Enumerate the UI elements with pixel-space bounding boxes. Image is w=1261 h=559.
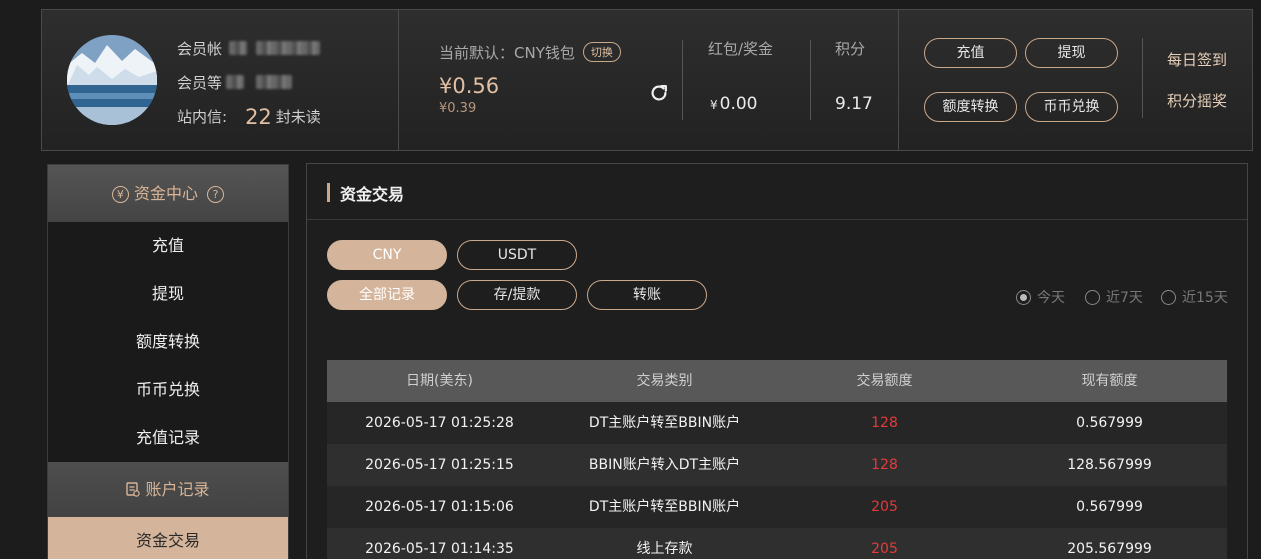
- account-label: 会员帐: [177, 40, 223, 58]
- level-label: 会员等: [177, 74, 223, 92]
- masked-account: [229, 41, 247, 55]
- title-accent: [327, 183, 330, 202]
- header-balance: 现有额度: [1081, 373, 1138, 389]
- cell-type: BBIN账户转入DT主账户: [588, 457, 741, 473]
- cell-amount: 205: [871, 499, 898, 515]
- account-records-label: 账户记录: [145, 480, 210, 499]
- account-summary-card: 会员帐 会员等 站内信: 22 封未读 当前默认：CNY钱包 切换 ¥0.56 ¥0.…: [41, 9, 1253, 151]
- transactions-table: 日期(美东) 交易类别 交易额度 现有额度 2026-05-17 01:25:2…: [327, 360, 1227, 559]
- bonus-value: 0.00: [719, 94, 758, 114]
- cell-type: DT主账户转至BBIN账户: [588, 415, 741, 431]
- radio-icon: [1161, 290, 1176, 305]
- refresh-icon[interactable]: [648, 82, 670, 104]
- transfer-button[interactable]: 额度转换: [924, 92, 1017, 122]
- account-records-header[interactable]: 账户记录: [48, 462, 288, 517]
- avatar[interactable]: [67, 35, 157, 125]
- sidebar-item-exchange[interactable]: 币币兑换: [48, 366, 288, 414]
- bonus-label: 红包/奖金: [708, 40, 774, 58]
- sidebar-item-deposit-records[interactable]: 充值记录: [48, 414, 288, 462]
- cell-date: 2026-05-17 01:25:15: [365, 457, 514, 473]
- wallet-section: 当前默认：CNY钱包 切换 ¥0.56 ¥0.39 红包/奖金 ¥0.00 积分 …: [399, 10, 899, 150]
- sidebar-item-withdraw[interactable]: 提现: [48, 270, 288, 318]
- cell-balance: 205.567999: [1067, 541, 1152, 557]
- table-row: 2026-05-17 01:25:28 DT主账户转至BBIN账户 128 0.…: [327, 402, 1227, 444]
- unread-count[interactable]: 22: [245, 105, 272, 129]
- sidebar-item-fund-transactions[interactable]: 资金交易: [48, 517, 288, 559]
- fund-center-label: 资金中心: [133, 184, 198, 203]
- cell-amount: 128: [871, 457, 898, 473]
- radio-icon: [1016, 290, 1031, 305]
- sidebar: ¥ 资金中心 ? 充值 提现 额度转换 币币兑换 充值记录 账户记录 资金交易: [47, 164, 289, 559]
- table-header: 日期(美东) 交易类别 交易额度 现有额度: [327, 360, 1227, 402]
- cell-amount: 205: [871, 541, 898, 557]
- switch-wallet-button[interactable]: 切换: [582, 42, 621, 62]
- sidebar-item-transfer[interactable]: 额度转换: [48, 318, 288, 366]
- table-row: 2026-05-17 01:14:35 线上存款 205 205.567999: [327, 528, 1227, 559]
- cell-type: 线上存款: [636, 541, 693, 557]
- table-body: 2026-05-17 01:25:28 DT主账户转至BBIN账户 128 0.…: [327, 402, 1227, 559]
- records-icon: [126, 482, 141, 497]
- header-type: 交易类别: [636, 373, 693, 389]
- points-lottery-link[interactable]: 积分摇奖: [1167, 90, 1227, 111]
- actions-section: 充值 提现 额度转换 币币兑换 每日签到 积分摇奖: [899, 10, 1253, 150]
- cell-balance: 128.567999: [1067, 457, 1152, 473]
- cell-date: 2026-05-17 01:15:06: [365, 499, 514, 515]
- help-icon[interactable]: ?: [207, 186, 225, 203]
- bonus-value-row: ¥0.00: [710, 94, 758, 114]
- divider: [1142, 38, 1143, 118]
- filter-7days[interactable]: 近7天: [1085, 287, 1143, 307]
- filter-7days-label: 近7天: [1106, 290, 1143, 306]
- withdraw-button[interactable]: 提现: [1025, 38, 1118, 68]
- tab-usdt[interactable]: USDT: [457, 240, 577, 270]
- wallet-sub-balance: ¥0.39: [439, 101, 477, 116]
- cell-date: 2026-05-17 01:25:28: [365, 415, 514, 431]
- tab-transfer[interactable]: 转账: [587, 280, 707, 310]
- main-title-bar: 资金交易: [307, 164, 1247, 220]
- masked-level-2: [256, 75, 292, 89]
- points-label: 积分: [835, 40, 866, 58]
- sidebar-item-deposit[interactable]: 充值: [48, 222, 288, 270]
- cell-type: DT主账户转至BBIN账户: [588, 499, 741, 515]
- masked-account-2: [256, 41, 320, 55]
- divider: [682, 40, 683, 120]
- page-title: 资金交易: [340, 185, 405, 204]
- filter-15days-label: 近15天: [1182, 290, 1228, 306]
- cell-balance: 0.567999: [1076, 499, 1143, 515]
- tab-deposit-withdraw[interactable]: 存/提款: [457, 280, 577, 310]
- exchange-button[interactable]: 币币兑换: [1025, 92, 1118, 122]
- wallet-balance: ¥0.56: [439, 74, 500, 98]
- bonus-currency: ¥: [710, 98, 718, 112]
- default-wallet-row: 当前默认：CNY钱包 切换: [439, 42, 621, 63]
- table-row: 2026-05-17 01:15:06 DT主账户转至BBIN账户 205 0.…: [327, 486, 1227, 528]
- filter-today[interactable]: 今天: [1016, 287, 1065, 307]
- filter-today-label: 今天: [1037, 290, 1065, 306]
- filter-15days[interactable]: 近15天: [1161, 287, 1228, 307]
- message-label: 站内信:: [177, 108, 228, 126]
- messages-row[interactable]: 站内信: 22 封未读: [177, 105, 321, 129]
- header-date: 日期(美东): [406, 373, 473, 389]
- daily-signin-link[interactable]: 每日签到: [1167, 49, 1227, 70]
- yen-icon: ¥: [111, 186, 129, 203]
- cell-balance: 0.567999: [1076, 415, 1143, 431]
- points-value: 9.17: [835, 94, 873, 114]
- tab-all-records[interactable]: 全部记录: [327, 280, 447, 310]
- divider: [810, 40, 811, 120]
- cell-amount: 128: [871, 415, 898, 431]
- default-wallet-label: 当前默认：CNY钱包: [439, 44, 575, 62]
- table-row: 2026-05-17 01:25:15 BBIN账户转入DT主账户 128 12…: [327, 444, 1227, 486]
- header-amount: 交易额度: [856, 373, 913, 389]
- tab-cny[interactable]: CNY: [327, 240, 447, 270]
- masked-level: [226, 75, 244, 89]
- radio-icon: [1085, 290, 1100, 305]
- main-panel: 资金交易 CNY USDT 全部记录 存/提款 转账 今天 近7天 近15天 日…: [306, 163, 1248, 559]
- fund-center-header: ¥ 资金中心 ?: [48, 165, 288, 222]
- user-section: 会员帐 会员等 站内信: 22 封未读: [42, 10, 399, 150]
- unread-suffix: 封未读: [275, 108, 321, 126]
- cell-date: 2026-05-17 01:14:35: [365, 541, 514, 557]
- avatar-image: [67, 35, 157, 125]
- deposit-button[interactable]: 充值: [924, 38, 1017, 68]
